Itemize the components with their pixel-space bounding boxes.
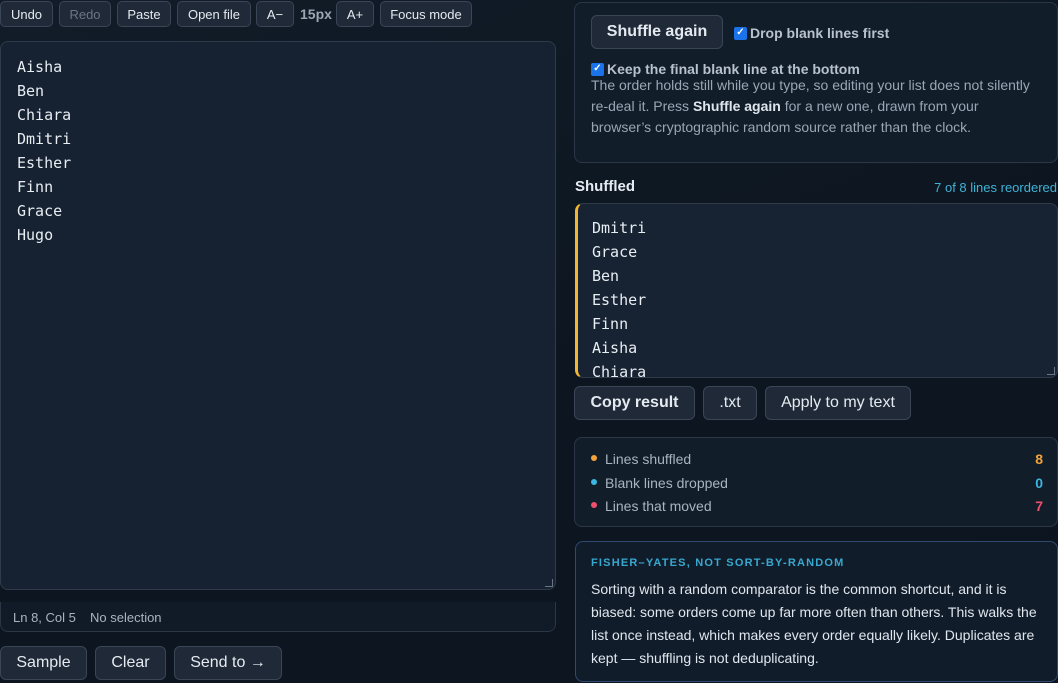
- stat-dot-icon: [591, 455, 597, 461]
- input-line: Finn: [17, 178, 54, 196]
- font-decrease-button[interactable]: A−: [256, 1, 294, 27]
- output-line: Aisha: [592, 339, 638, 357]
- input-line: Aisha: [17, 58, 63, 76]
- keep-final-checkbox[interactable]: ✓: [591, 62, 604, 76]
- focus-mode-button[interactable]: Focus mode: [380, 1, 472, 27]
- stat-value: 8: [1035, 451, 1043, 467]
- info-panel: FISHER–YATES, NOT SORT-BY-RANDOM Sorting…: [575, 541, 1058, 682]
- drop-blank-checkbox[interactable]: ✓: [734, 26, 747, 40]
- font-increase-button[interactable]: A+: [336, 1, 374, 27]
- options-panel: Shuffle again ✓ Drop blank lines first ✓…: [574, 2, 1058, 163]
- resize-handle-icon[interactable]: [545, 579, 553, 587]
- output-line: Grace: [592, 243, 638, 261]
- shuffled-output[interactable]: Dmitri Grace Ben Esther Finn Aisha Chiara: [575, 203, 1058, 378]
- info-title: FISHER–YATES, NOT SORT-BY-RANDOM: [591, 557, 845, 569]
- selection-status: No selection: [90, 610, 162, 625]
- input-editor[interactable]: Aisha Ben Chiara Dmitri Esther Finn Grace Hugo: [0, 41, 556, 590]
- open-file-button[interactable]: Open file: [177, 1, 251, 27]
- stat-row: Lines that moved 7: [591, 496, 1043, 516]
- drop-blank-label: Drop blank lines first: [750, 25, 890, 41]
- stat-dot-icon: [591, 502, 597, 508]
- shuffle-note: The order holds still while you type, so…: [591, 75, 1041, 138]
- stat-label: Lines that moved: [605, 498, 712, 514]
- download-txt-button[interactable]: .txt: [703, 386, 757, 420]
- output-line: Esther: [592, 291, 647, 309]
- output-line: Ben: [592, 267, 620, 285]
- input-lines: Aisha Ben Chiara Dmitri Esther Finn Grace Hugo: [17, 55, 539, 247]
- input-line: Esther: [17, 154, 72, 172]
- stat-value: 7: [1035, 498, 1043, 514]
- stat-label: Blank lines dropped: [605, 474, 728, 491]
- editor-status-bar: Ln 8, Col 5 No selection: [0, 602, 556, 632]
- paste-button[interactable]: Paste: [117, 1, 171, 27]
- stat-label: Lines shuffled: [605, 451, 692, 467]
- output-line: Dmitri: [592, 219, 647, 237]
- cursor-position: Ln 8, Col 5: [13, 610, 76, 625]
- shuffled-title: Shuffled: [575, 178, 635, 195]
- input-line: Grace: [17, 202, 63, 220]
- apply-to-text-button[interactable]: Apply to my text: [765, 386, 911, 420]
- input-line: Ben: [17, 82, 45, 100]
- stats-panel: Lines shuffled 8 Blank lines dropped 0 Lines…: [574, 437, 1058, 527]
- output-line: Finn: [592, 315, 629, 333]
- input-line: Chiara: [17, 106, 72, 124]
- output-resize-handle-icon[interactable]: [1047, 367, 1055, 375]
- stat-dot-icon: [591, 478, 597, 485]
- output-lines: Dmitri Grace Ben Esther Finn Aisha Chiara: [592, 216, 1043, 378]
- sample-button[interactable]: Sample: [0, 646, 87, 680]
- input-line: Hugo: [17, 226, 54, 244]
- clear-button[interactable]: Clear: [95, 646, 166, 680]
- font-size-readout: 15px: [300, 6, 332, 22]
- redo-button[interactable]: Redo: [59, 1, 111, 27]
- reordered-count: 7 of 8 lines reordered: [934, 180, 1057, 195]
- stat-row: Blank lines dropped 0: [591, 473, 1043, 493]
- shuffle-again-button[interactable]: Shuffle again: [591, 15, 723, 49]
- output-line: Chiara: [592, 363, 647, 378]
- note-text-bold: Shuffle again: [692, 98, 781, 114]
- info-body: Sorting with a random comparator is the …: [591, 581, 1037, 666]
- input-line: Dmitri: [17, 130, 72, 148]
- drop-blank-option[interactable]: ✓ Drop blank lines first: [734, 25, 889, 41]
- copy-result-button[interactable]: Copy result: [574, 386, 695, 420]
- stat-row: Lines shuffled 8: [591, 449, 1043, 469]
- stat-value: 0: [1035, 474, 1043, 491]
- send-to-button[interactable]: Send to →: [174, 646, 282, 680]
- undo-button[interactable]: Undo: [0, 1, 53, 27]
